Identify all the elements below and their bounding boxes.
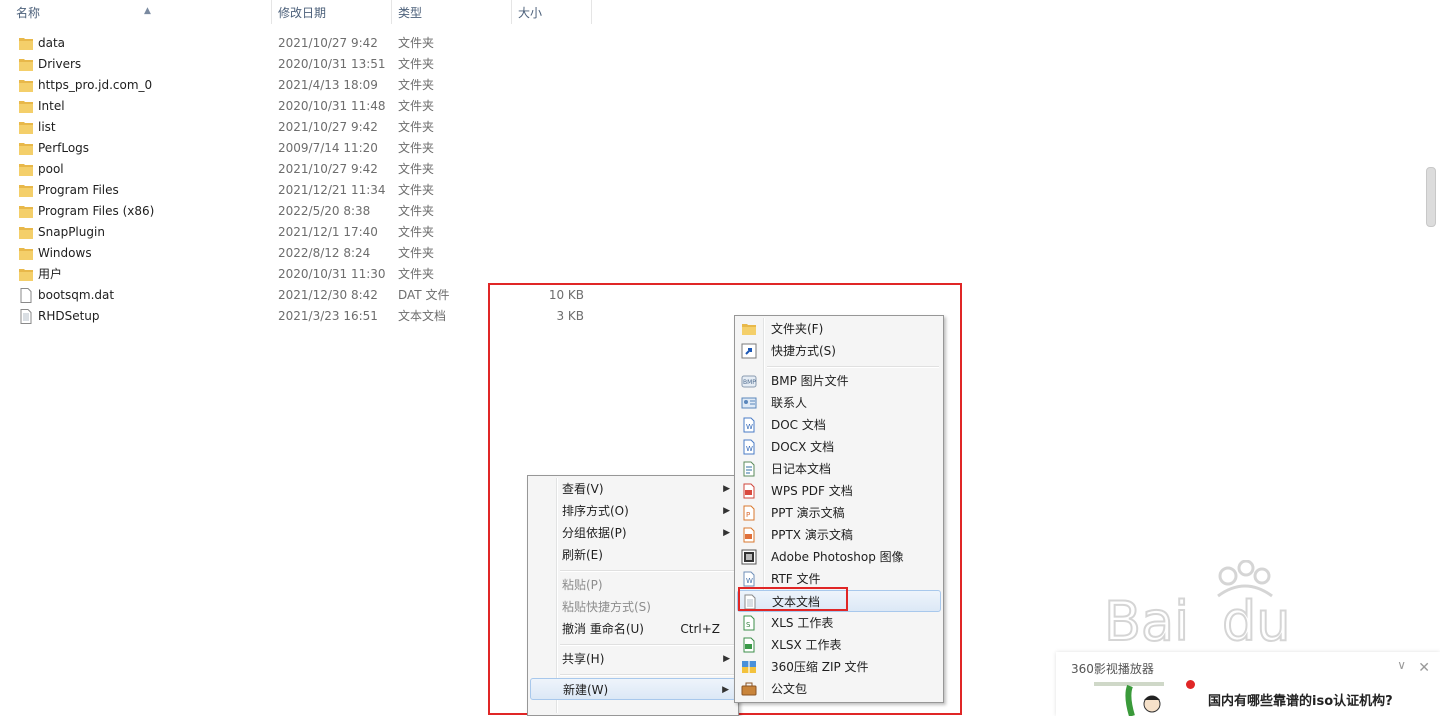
submenu-arrow-icon: ▶	[723, 484, 730, 494]
submenu-item-wps-pdf[interactable]: WPS PDF 文档	[737, 480, 941, 502]
submenu-item-pptx[interactable]: PPTX 演示文稿	[737, 524, 941, 546]
svg-text:W: W	[746, 423, 753, 431]
folder-icon	[19, 80, 33, 92]
submenu-item-bmp[interactable]: BMP BMP 图片文件	[737, 370, 941, 392]
file-row[interactable]: list 2021/10/27 9:42 文件夹	[0, 117, 600, 138]
menu-item-refresh[interactable]: 刷新(E)	[530, 544, 736, 566]
submenu-item-xls[interactable]: S XLS 工作表	[737, 612, 941, 634]
folder-icon	[19, 59, 33, 71]
folder-icon	[19, 227, 33, 239]
file-row[interactable]: Program Files (x86) 2022/5/20 8:38 文件夹	[0, 201, 600, 222]
ppt-file-icon: P	[743, 505, 755, 521]
scrollbar-thumb[interactable]	[1426, 167, 1436, 227]
folder-icon	[19, 38, 33, 50]
svg-text:P: P	[746, 511, 750, 519]
annotation-box-text-document	[738, 587, 848, 611]
pptx-file-icon	[743, 527, 755, 543]
submenu-item-folder[interactable]: 文件夹(F)	[737, 318, 941, 340]
svg-text:W: W	[746, 445, 753, 453]
column-modified[interactable]: 修改日期	[272, 0, 392, 24]
menu-item-paste-shortcut[interactable]: 粘贴快捷方式(S)	[530, 596, 736, 618]
svg-text:Bai: Bai	[1104, 590, 1189, 650]
file-row[interactable]: SnapPlugin 2021/12/1 17:40 文件夹	[0, 222, 600, 243]
context-menu: 查看(V) ▶ 排序方式(O) ▶ 分组依据(P) ▶ 刷新(E) 粘贴(P) 粘贴快…	[527, 475, 739, 716]
shortcut-icon	[741, 343, 757, 359]
zip-archive-icon	[742, 661, 756, 673]
folder-icon	[742, 324, 756, 335]
submenu-item-doc[interactable]: W DOC 文档	[737, 414, 941, 436]
column-header: 名称 ▲ 修改日期 类型 大小	[0, 0, 600, 24]
submenu-item-docx[interactable]: W DOCX 文档	[737, 436, 941, 458]
folder-icon	[19, 101, 33, 113]
menu-item-sort[interactable]: 排序方式(O) ▶	[530, 500, 736, 522]
pdf-file-icon	[743, 483, 755, 499]
cartoon-illustration	[1094, 682, 1164, 716]
svg-text:W: W	[746, 577, 753, 585]
menu-separator	[560, 644, 734, 646]
briefcase-icon	[741, 682, 757, 696]
photoshop-file-icon	[741, 549, 757, 565]
submenu-arrow-icon: ▶	[723, 654, 730, 664]
doc-file-icon: W	[743, 417, 755, 433]
file-row[interactable]: Intel 2020/10/31 11:48 文件夹	[0, 96, 600, 117]
docx-file-icon: W	[743, 439, 755, 455]
contact-icon	[741, 397, 757, 409]
submenu-item-briefcase[interactable]: 公文包	[737, 678, 941, 700]
menu-separator	[560, 570, 734, 572]
svg-text:S: S	[746, 621, 751, 629]
menu-separator	[767, 366, 939, 368]
menu-separator	[560, 674, 734, 676]
folder-icon	[19, 185, 33, 197]
ad-card[interactable]: 360影视播放器 ∨ ✕ 国内有哪些靠谱的iso认证机构?	[1056, 652, 1440, 716]
menu-item-share[interactable]: 共享(H) ▶	[530, 648, 736, 670]
collapse-icon[interactable]: ∨	[1397, 658, 1406, 672]
submenu-arrow-icon: ▶	[723, 506, 730, 516]
close-icon[interactable]: ✕	[1418, 660, 1430, 676]
menu-item-view[interactable]: 查看(V) ▶	[530, 478, 736, 500]
svg-text:BMP: BMP	[743, 379, 756, 386]
menu-item-new[interactable]: 新建(W) ▶	[530, 678, 736, 700]
column-type[interactable]: 类型	[392, 0, 512, 24]
journal-file-icon	[743, 461, 755, 477]
new-submenu: 文件夹(F) 快捷方式(S) BMP BMP 图片文件 联系人 W DOC 文档 W…	[734, 315, 944, 703]
submenu-item-shortcut[interactable]: 快捷方式(S)	[737, 340, 941, 362]
file-row[interactable]: Windows 2022/8/12 8:24 文件夹	[0, 243, 600, 264]
folder-icon	[19, 143, 33, 155]
xls-file-icon: S	[743, 615, 755, 631]
file-row[interactable]: Drivers 2020/10/31 13:51 文件夹	[0, 54, 600, 75]
rtf-file-icon: W	[743, 571, 755, 587]
file-icon	[20, 288, 32, 303]
file-row[interactable]: data 2021/10/27 9:42 文件夹	[0, 33, 600, 54]
file-row[interactable]: 用户 2020/10/31 11:30 文件夹	[0, 264, 600, 285]
baidu-watermark-logo: Bai du	[1103, 560, 1292, 650]
submenu-arrow-icon: ▶	[722, 685, 729, 695]
submenu-item-psd[interactable]: Adobe Photoshop 图像	[737, 546, 941, 568]
file-row[interactable]: https_pro.jd.com_0 2021/4/13 18:09 文件夹	[0, 75, 600, 96]
notification-dot	[1186, 680, 1195, 689]
submenu-item-contact[interactable]: 联系人	[737, 392, 941, 414]
folder-icon	[19, 269, 33, 281]
menu-item-paste[interactable]: 粘贴(P)	[530, 574, 736, 596]
column-name[interactable]: 名称 ▲	[10, 0, 272, 24]
submenu-item-ppt[interactable]: P PPT 演示文稿	[737, 502, 941, 524]
submenu-item-journal[interactable]: 日记本文档	[737, 458, 941, 480]
folder-icon	[19, 206, 33, 218]
submenu-arrow-icon: ▶	[723, 528, 730, 538]
submenu-item-zip[interactable]: 360压缩 ZIP 文件	[737, 656, 941, 678]
menu-item-undo-rename[interactable]: 撤消 重命名(U) Ctrl+Z	[530, 618, 736, 640]
folder-icon	[19, 122, 33, 134]
column-size[interactable]: 大小	[512, 0, 592, 24]
folder-icon	[19, 164, 33, 176]
submenu-item-xlsx[interactable]: XLSX 工作表	[737, 634, 941, 656]
sort-arrow-icon: ▲	[144, 6, 151, 16]
file-row[interactable]: pool 2021/10/27 9:42 文件夹	[0, 159, 600, 180]
xlsx-file-icon	[743, 637, 755, 653]
bmp-file-icon: BMP	[741, 375, 757, 388]
file-row[interactable]: PerfLogs 2009/7/14 11:20 文件夹	[0, 138, 600, 159]
text-file-icon	[20, 309, 32, 324]
folder-icon	[19, 248, 33, 260]
svg-text:du: du	[1222, 590, 1291, 650]
menu-item-group[interactable]: 分组依据(P) ▶	[530, 522, 736, 544]
file-row[interactable]: Program Files 2021/12/21 11:34 文件夹	[0, 180, 600, 201]
